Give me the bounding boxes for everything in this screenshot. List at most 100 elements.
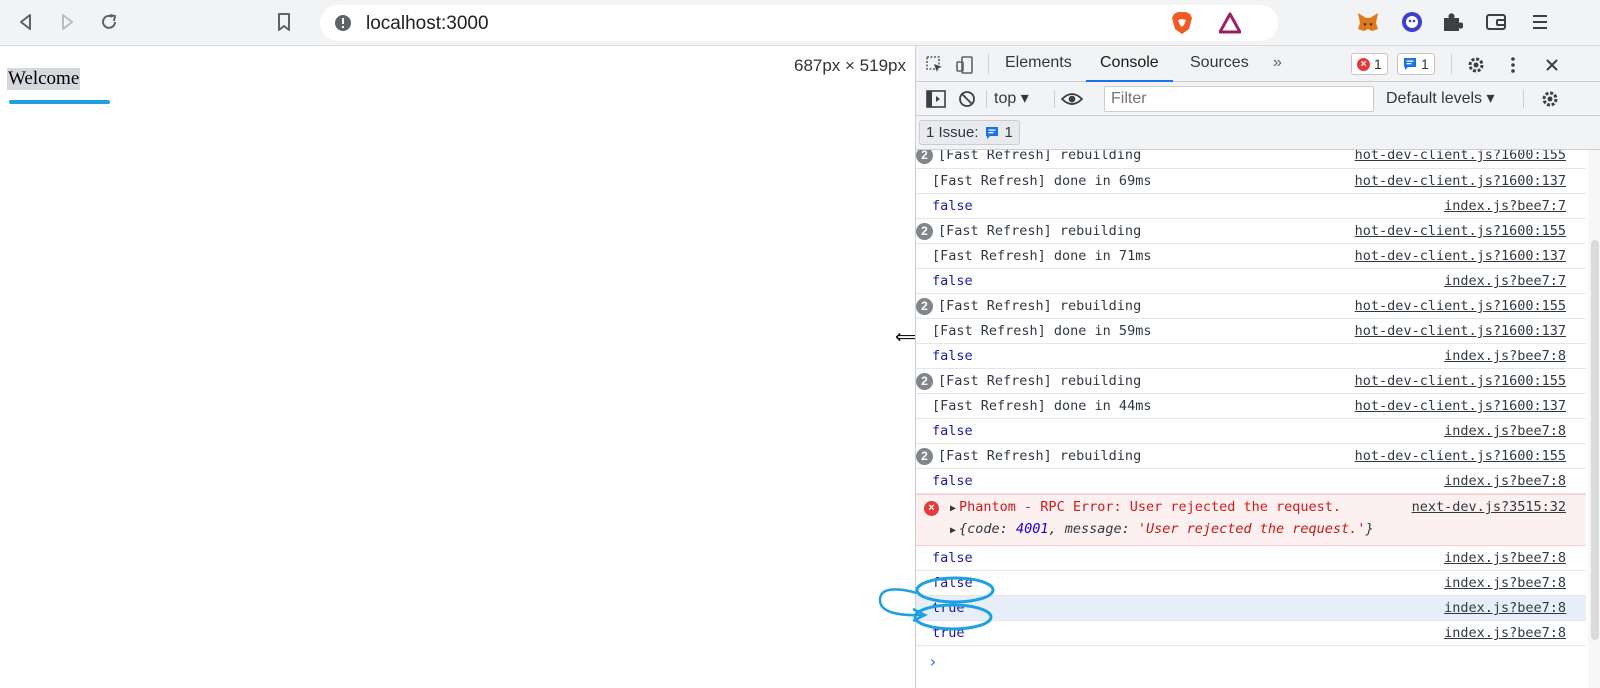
log-message: [Fast Refresh] rebuilding [938,150,1142,163]
message-icon [1404,58,1416,70]
forward-button[interactable] [53,8,81,36]
source-link[interactable]: index.js?bee7:8 [1444,473,1566,489]
detail-key: {code: [959,521,1016,537]
source-link[interactable]: index.js?bee7:8 [1444,625,1566,641]
source-link[interactable]: index.js?bee7:7 [1444,273,1566,289]
source-link[interactable]: index.js?bee7:8 [1444,575,1566,591]
scrollbar-thumb[interactable] [1591,240,1599,640]
log-row[interactable]: [Fast Refresh] done in 44ms hot-dev-clie… [916,394,1586,419]
source-link[interactable]: index.js?bee7:7 [1444,198,1566,214]
log-row[interactable]: false index.js?bee7:7 [916,269,1586,294]
log-row[interactable]: [Fast Refresh] done in 69ms hot-dev-clie… [916,169,1586,194]
source-link[interactable]: next-dev.js?3515:32 [1412,499,1566,515]
brave-rewards-icon[interactable] [1216,9,1244,37]
error-message[interactable]: ▶ Phantom - RPC Error: User rejected the … [950,499,1341,515]
toolbar-divider [1523,90,1524,108]
inspect-element-icon[interactable] [924,54,946,76]
info-count-badge[interactable]: 1 [1397,53,1435,75]
source-link[interactable]: hot-dev-client.js?1600:155 [1355,298,1566,314]
wallet-icon[interactable] [1482,8,1510,36]
tab-divider [988,54,989,74]
settings-gear-icon[interactable] [1464,53,1488,77]
browser-window: localhost:3000 Welcome 687px × 519px ⟺ E… [0,0,1600,688]
issues-bar: 1 Issue: 1 [916,116,1600,150]
filter-input[interactable] [1104,86,1374,112]
issues-label: 1 Issue: [926,124,979,141]
log-row[interactable]: false index.js?bee7:8 [916,546,1586,571]
tab-elements[interactable]: Elements [1005,46,1072,82]
log-row[interactable]: 2 [Fast Refresh] rebuilding hot-dev-clie… [916,219,1586,244]
source-link[interactable]: index.js?bee7:8 [1444,423,1566,439]
log-message: false [932,550,973,566]
source-link[interactable]: hot-dev-client.js?1600:137 [1355,323,1566,339]
log-row[interactable]: false index.js?bee7:8 [916,419,1586,444]
log-message: false [932,348,973,364]
menu-icon[interactable] [1526,8,1554,36]
more-tabs-button[interactable]: » [1273,46,1282,82]
kebab-menu-icon[interactable] [1503,53,1523,77]
devtools-panel: Elements Console Sources » × 1 1 top ▾ F… [915,46,1600,688]
log-message: false [932,423,973,439]
page-viewport: Welcome 687px × 519px ⟺ [0,46,922,688]
log-row[interactable]: true index.js?bee7:8 [916,621,1586,646]
console-prompt-row[interactable]: › [916,646,1586,671]
log-levels-dropdown[interactable]: Default levels ▾ [1386,88,1495,108]
log-message: false [932,473,973,489]
log-message: false [932,198,973,214]
source-link[interactable]: hot-dev-client.js?1600:155 [1355,150,1566,163]
source-link[interactable]: index.js?bee7:8 [1444,550,1566,566]
source-link[interactable]: index.js?bee7:8 [1444,348,1566,364]
brave-shield-icon[interactable] [1168,9,1196,37]
log-row[interactable]: false index.js?bee7:8 [916,344,1586,369]
source-link[interactable]: hot-dev-client.js?1600:137 [1355,398,1566,414]
device-toolbar-icon[interactable] [954,54,976,76]
clear-console-icon[interactable] [956,88,978,110]
log-row[interactable]: [Fast Refresh] done in 71ms hot-dev-clie… [916,244,1586,269]
sidebar-toggle-icon[interactable] [925,88,947,110]
log-row[interactable]: false index.js?bee7:7 [916,194,1586,219]
source-link[interactable]: hot-dev-client.js?1600:137 [1355,248,1566,264]
log-message: false [932,273,973,289]
error-count-badge[interactable]: × 1 [1351,53,1388,75]
source-link[interactable]: hot-dev-client.js?1600:155 [1355,373,1566,389]
log-row[interactable]: false index.js?bee7:8 [916,469,1586,494]
log-row[interactable]: [Fast Refresh] done in 59ms hot-dev-clie… [916,319,1586,344]
console-scrollbar[interactable] [1588,150,1600,688]
bookmark-icon [278,13,290,31]
extension-face-icon[interactable] [1398,8,1426,36]
log-message: [Fast Refresh] done in 59ms [932,323,1152,339]
back-button[interactable] [12,8,40,36]
source-link[interactable]: hot-dev-client.js?1600:155 [1355,223,1566,239]
address-bar[interactable]: localhost:3000 [320,5,1278,41]
source-link[interactable]: hot-dev-client.js?1600:137 [1355,173,1566,189]
error-row[interactable]: × ▶ Phantom - RPC Error: User rejected th… [916,494,1586,546]
live-expression-eye-icon[interactable] [1060,88,1084,110]
console-settings-icon[interactable] [1538,88,1562,110]
log-row[interactable]: false index.js?bee7:8 [916,571,1586,596]
devtools-tabbar: Elements Console Sources » × 1 1 [916,46,1600,82]
site-info-icon[interactable] [334,14,352,32]
tab-console[interactable]: Console [1086,46,1173,82]
bookmark-button[interactable] [270,8,298,36]
log-row[interactable]: 2 [Fast Refresh] rebuilding hot-dev-clie… [916,444,1586,469]
console-prompt[interactable]: › [928,652,938,671]
log-row-selected[interactable]: true index.js?bee7:8 [916,596,1586,621]
log-row[interactable]: 2 [Fast Refresh] rebuilding hot-dev-clie… [916,369,1586,394]
close-devtools-icon[interactable] [1540,53,1564,77]
source-link[interactable]: index.js?bee7:8 [1444,600,1566,616]
log-message: true [932,625,965,641]
extensions-puzzle-icon[interactable] [1438,8,1466,36]
log-message: false [932,575,973,591]
context-selector[interactable]: top ▾ [994,88,1029,108]
log-row[interactable]: 2 [Fast Refresh] rebuilding hot-dev-clie… [916,150,1586,169]
repeat-count-badge: 2 [916,223,933,240]
source-link[interactable]: hot-dev-client.js?1600:155 [1355,448,1566,464]
log-row[interactable]: 2 [Fast Refresh] rebuilding hot-dev-clie… [916,294,1586,319]
issues-button[interactable]: 1 Issue: 1 [919,120,1020,145]
metamask-icon[interactable] [1354,8,1382,36]
error-detail[interactable]: ▶ {code: 4001, message: 'User rejected th… [950,521,1374,537]
detail-code-value: 4001 [1015,521,1049,537]
log-message: [Fast Refresh] rebuilding [938,223,1142,239]
reload-button[interactable] [95,8,123,36]
tab-sources[interactable]: Sources [1190,46,1249,82]
